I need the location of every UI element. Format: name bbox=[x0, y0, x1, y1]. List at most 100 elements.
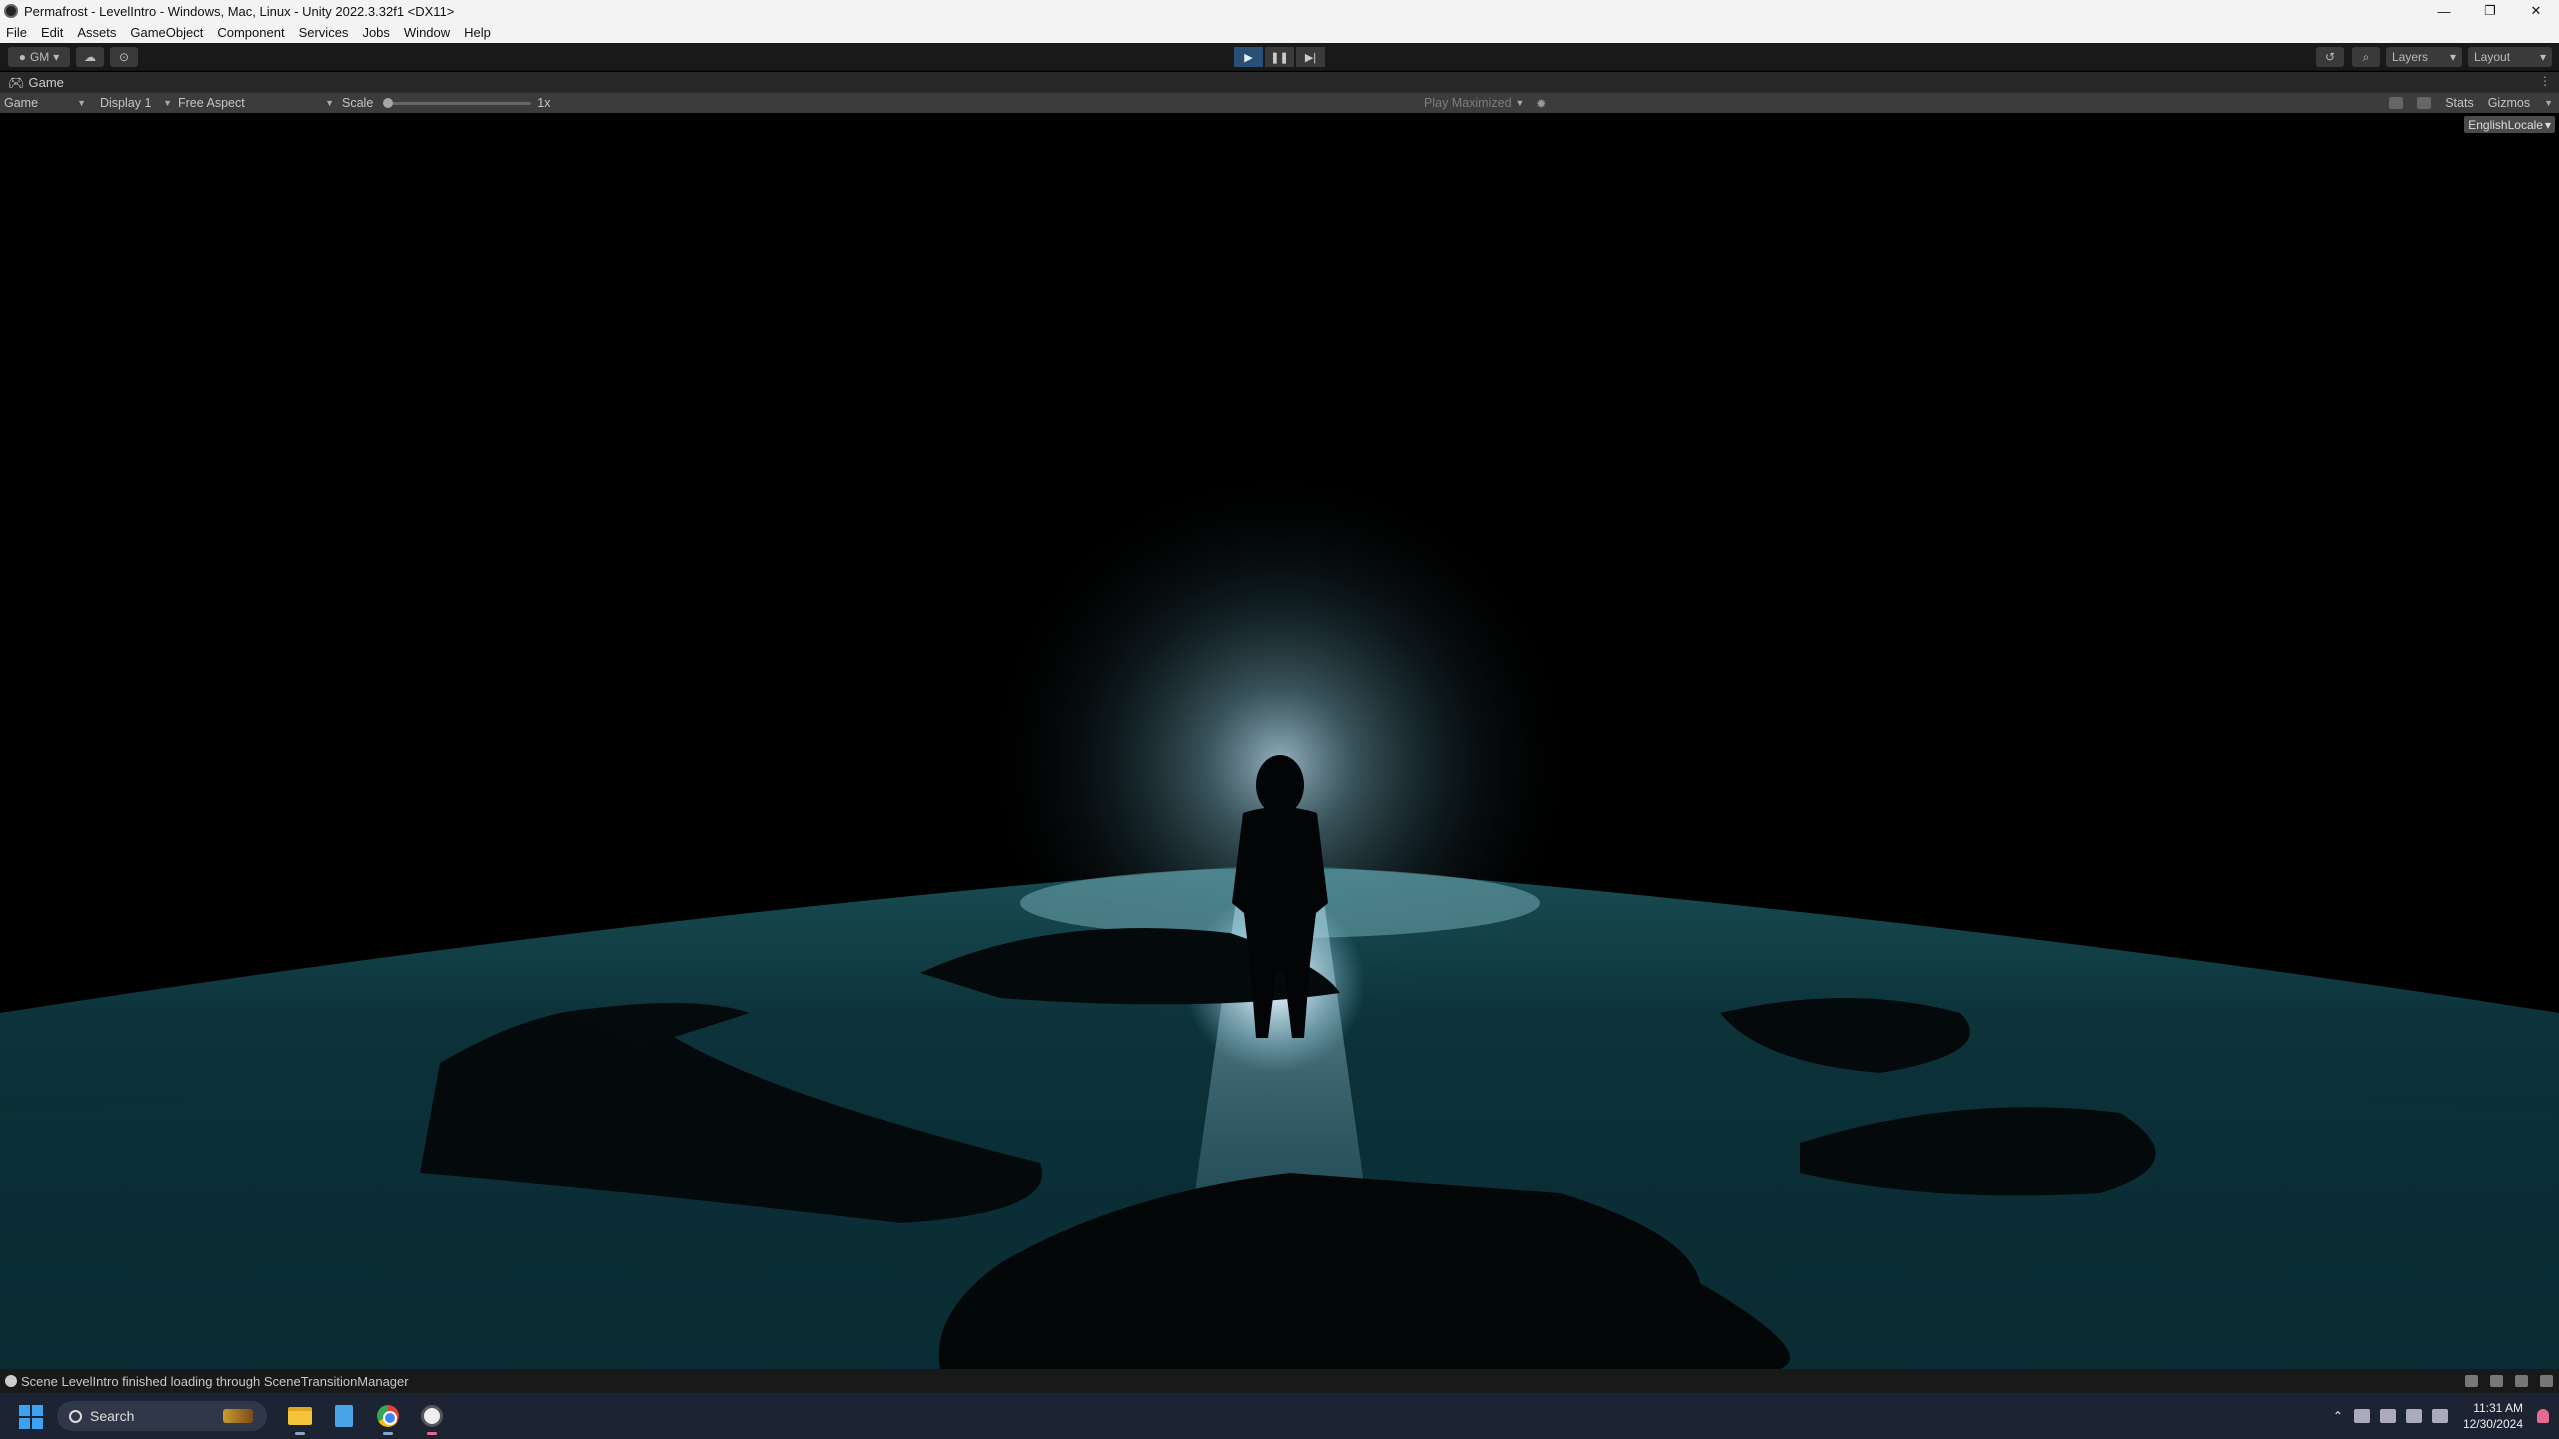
undo-history-button[interactable]: ↺ bbox=[2316, 47, 2344, 67]
more-options-icon[interactable]: ⋮ bbox=[2539, 74, 2551, 88]
play-maximized-dropdown[interactable]: Play Maximized ▼ bbox=[1424, 93, 1524, 113]
bug-icon: ✹ bbox=[1536, 96, 1547, 111]
taskbar-search[interactable]: Search bbox=[57, 1401, 267, 1431]
chevron-up-icon[interactable]: ⌃ bbox=[2333, 1409, 2343, 1423]
gamepad-icon: 🎮︎ bbox=[8, 74, 25, 90]
window-controls: — ❐ ✕ bbox=[2421, 0, 2559, 22]
search-button[interactable]: ⌕ bbox=[2352, 47, 2380, 67]
layers-dropdown[interactable]: Layers ▾ bbox=[2386, 47, 2462, 67]
step-icon: ▶| bbox=[1304, 51, 1317, 64]
discord-icon[interactable] bbox=[2353, 1409, 2370, 1423]
main-toolbar: ● GM ▾ ☁ ⊙ ▶ ❚❚ ▶| ↺ ⌕ Layers ▾ Layout ▾ bbox=[0, 43, 2559, 71]
window-title: Permafrost - LevelIntro - Windows, Mac, … bbox=[24, 3, 455, 19]
chevron-down-icon: ▼ bbox=[163, 98, 172, 108]
chevron-down-icon: ▼ bbox=[1515, 98, 1525, 108]
keyboard-shortcuts-icon[interactable] bbox=[2417, 97, 2432, 109]
display-dropdown[interactable]: Display 1 ▼ bbox=[100, 93, 172, 113]
menu-bar: File Edit Assets GameObject Component Se… bbox=[0, 22, 2559, 43]
chevron-down-icon[interactable]: ▼ bbox=[2544, 98, 2553, 108]
volume-icon[interactable] bbox=[2431, 1409, 2448, 1423]
game-view-toolbar: Game ▼ Display 1 ▼ Free Aspect ▼ Scale 1… bbox=[0, 93, 2559, 113]
info-icon bbox=[5, 1375, 17, 1387]
menu-assets[interactable]: Assets bbox=[77, 25, 116, 40]
notification-bell-icon[interactable] bbox=[2537, 1409, 2549, 1423]
view-mode-label: Game bbox=[4, 96, 39, 110]
progress-icon[interactable] bbox=[2540, 1375, 2553, 1387]
debug-icon[interactable] bbox=[2465, 1375, 2478, 1387]
wifi-icon[interactable] bbox=[2405, 1409, 2422, 1423]
sync-icon[interactable] bbox=[2379, 1409, 2396, 1423]
account-dropdown[interactable]: ● GM ▾ bbox=[8, 47, 70, 67]
chevron-down-icon: ▾ bbox=[2539, 50, 2546, 64]
menu-help[interactable]: Help bbox=[464, 25, 491, 40]
play-button[interactable]: ▶ bbox=[1234, 47, 1263, 67]
search-icon bbox=[69, 1409, 82, 1423]
file-explorer-app[interactable] bbox=[285, 1401, 315, 1435]
tab-bar: 🎮︎ Game ⋮ bbox=[0, 72, 2559, 93]
layout-label: Layout bbox=[2474, 50, 2511, 64]
menu-jobs[interactable]: Jobs bbox=[362, 25, 389, 40]
notepad-icon bbox=[335, 1405, 353, 1427]
gizmos-button[interactable]: Gizmos bbox=[2488, 96, 2530, 110]
cloud-icon: ☁ bbox=[84, 50, 96, 64]
menu-edit[interactable]: Edit bbox=[41, 25, 63, 40]
windows-start-button[interactable] bbox=[19, 1405, 43, 1429]
windows-taskbar: Search ⌃ 11:31 AM 12/30/2024 bbox=[0, 1393, 2559, 1439]
unity-app[interactable] bbox=[417, 1401, 447, 1435]
close-button[interactable]: ✕ bbox=[2513, 0, 2559, 22]
restore-button[interactable]: ❐ bbox=[2467, 0, 2513, 22]
network-icon[interactable] bbox=[2515, 1375, 2528, 1387]
collab-button[interactable]: ⊙ bbox=[110, 47, 138, 67]
account-label: GM bbox=[29, 50, 50, 64]
chevron-down-icon: ▼ bbox=[325, 98, 334, 108]
tab-game-label: Game bbox=[28, 75, 64, 90]
aspect-dropdown[interactable]: Free Aspect ▼ bbox=[178, 93, 334, 113]
pause-icon: ❚❚ bbox=[1270, 51, 1289, 64]
chevron-down-icon: ▾ bbox=[53, 50, 60, 64]
scale-slider-thumb[interactable] bbox=[383, 97, 394, 108]
stats-button[interactable]: Stats bbox=[2445, 96, 2474, 110]
search-icon: ⌕ bbox=[2362, 49, 2370, 64]
layout-dropdown[interactable]: Layout ▾ bbox=[2468, 47, 2552, 67]
unity-logo-icon bbox=[4, 4, 18, 18]
view-mode-dropdown[interactable]: Game ▼ bbox=[4, 93, 86, 113]
clock-date: 12/30/2024 bbox=[2462, 1417, 2523, 1431]
play-icon: ▶ bbox=[1244, 51, 1253, 64]
collab-icon: ⊙ bbox=[118, 50, 130, 64]
chevron-down-icon: ▼ bbox=[77, 98, 86, 108]
play-maximized-label: Play Maximized bbox=[1424, 96, 1512, 110]
playmode-controls: ▶ ❚❚ ▶| bbox=[1234, 47, 1325, 67]
notepad-app[interactable] bbox=[329, 1401, 359, 1431]
cache-icon[interactable] bbox=[2490, 1375, 2503, 1387]
tab-game[interactable]: 🎮︎ Game bbox=[0, 75, 64, 91]
menu-services[interactable]: Services bbox=[299, 25, 349, 40]
audio-mute-icon[interactable] bbox=[2389, 97, 2404, 109]
chevron-down-icon: ▾ bbox=[2544, 117, 2551, 132]
game-view-options: Stats Gizmos ▼ bbox=[2389, 93, 2553, 113]
history-icon: ↺ bbox=[2324, 50, 2336, 64]
scale-control: Scale 1x bbox=[342, 93, 550, 113]
status-icons bbox=[2465, 1375, 2553, 1387]
frame-debugger-button[interactable]: ✹ bbox=[1536, 93, 1546, 113]
scene-render bbox=[0, 113, 2559, 1369]
locale-dropdown[interactable]: EnglishLocale ▾ bbox=[2464, 116, 2555, 133]
menu-window[interactable]: Window bbox=[404, 25, 450, 40]
cloud-button[interactable]: ☁ bbox=[76, 47, 104, 67]
status-message[interactable]: Scene LevelIntro finished loading throug… bbox=[21, 1374, 409, 1389]
menu-gameobject[interactable]: GameObject bbox=[130, 25, 203, 40]
pause-button[interactable]: ❚❚ bbox=[1265, 47, 1294, 67]
scale-slider[interactable] bbox=[383, 97, 532, 108]
step-button[interactable]: ▶| bbox=[1296, 47, 1325, 67]
menu-component[interactable]: Component bbox=[217, 25, 284, 40]
clock[interactable]: 11:31 AM 12/30/2024 bbox=[2463, 1400, 2523, 1432]
account-icon: ● bbox=[18, 50, 26, 64]
taskbar-search-label: Search bbox=[90, 1408, 135, 1424]
system-tray: ⌃ 11:31 AM 12/30/2024 bbox=[2327, 1393, 2559, 1439]
clock-time: 11:31 AM bbox=[2473, 1401, 2523, 1415]
chrome-app[interactable] bbox=[373, 1401, 403, 1435]
locale-label: EnglishLocale bbox=[2468, 117, 2543, 132]
menu-file[interactable]: File bbox=[6, 25, 27, 40]
minimize-button[interactable]: — bbox=[2421, 0, 2467, 22]
game-view-viewport[interactable] bbox=[0, 113, 2559, 1369]
search-highlight-icon bbox=[223, 1409, 253, 1423]
